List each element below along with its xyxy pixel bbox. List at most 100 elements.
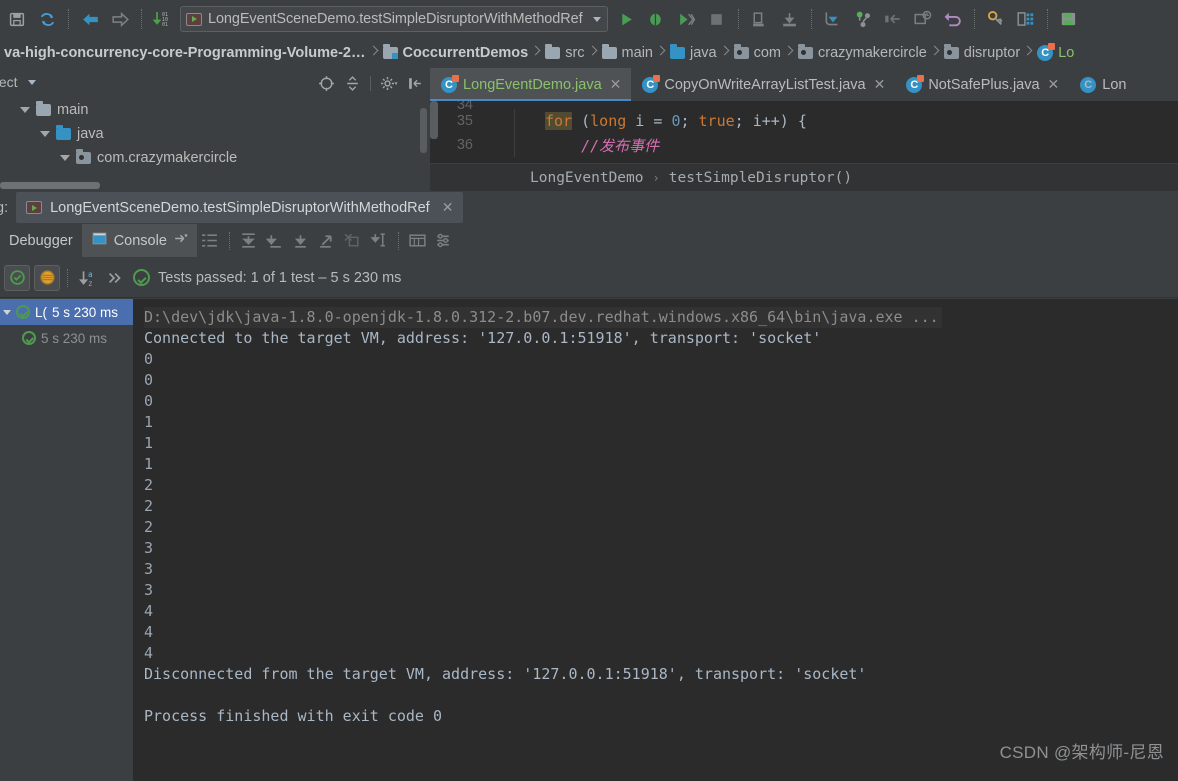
code-editor[interactable]: 34 35 for (long i = 0; true; i++) { 36 /… xyxy=(430,101,1178,191)
breadcrumb-separator-icon xyxy=(370,38,379,68)
sort-alphabetically-icon[interactable]: az xyxy=(75,265,101,291)
database-icon[interactable] xyxy=(1011,4,1041,34)
settings-gear-icon[interactable] xyxy=(378,73,400,93)
step-over-icon[interactable] xyxy=(262,228,288,254)
mute-breakpoints-icon[interactable] xyxy=(340,228,366,254)
code-token: i = xyxy=(626,112,672,130)
tab-console[interactable]: Console xyxy=(81,224,197,257)
step-out-icon[interactable] xyxy=(878,4,908,34)
save-disk-icon[interactable] xyxy=(1054,4,1084,34)
sync-refresh-icon[interactable] xyxy=(32,4,62,34)
back-arrow-icon[interactable] xyxy=(75,4,105,34)
package-icon xyxy=(943,44,959,59)
chevron-down-icon[interactable] xyxy=(27,79,36,85)
locate-target-icon[interactable] xyxy=(315,73,337,93)
breadcrumb-item-disruptor[interactable]: disruptor xyxy=(940,38,1024,68)
chevron-down-icon[interactable] xyxy=(592,16,601,22)
vertical-scrollbar[interactable] xyxy=(420,108,427,153)
breadcrumb-item-src[interactable]: src xyxy=(541,38,588,68)
step-out-icon[interactable] xyxy=(314,228,340,254)
undo-icon[interactable] xyxy=(938,4,968,34)
breadcrumb-item-module[interactable]: CoccurrentDemos xyxy=(379,38,533,68)
console-line: 4 xyxy=(144,623,154,641)
toolbar-separator xyxy=(68,9,69,29)
editor-vertical-scrollbar[interactable] xyxy=(430,101,438,139)
ide-window: 01 10 01 LongEventSceneDemo.testSimpleDisr… xyxy=(0,0,1178,781)
editor-tab-notsafeplus[interactable]: C NotSafePlus.java ✕ xyxy=(895,68,1069,101)
run-icon[interactable] xyxy=(612,4,642,34)
tab-label: Console xyxy=(113,232,167,249)
expand-arrow-icon[interactable] xyxy=(60,155,70,161)
tab-debugger[interactable]: Debugger xyxy=(0,224,82,257)
expand-chevrons-icon[interactable] xyxy=(101,265,127,291)
close-icon[interactable]: ✕ xyxy=(610,76,622,93)
expand-arrow-icon[interactable] xyxy=(20,107,30,113)
breadcrumb-item-crazymakercircle[interactable]: crazymakercircle xyxy=(794,38,931,68)
fold-column[interactable] xyxy=(485,109,515,133)
console-output[interactable]: D:\dev\jdk\java-1.8.0-openjdk-1.8.0.312-… xyxy=(133,299,1178,781)
test-tree-row[interactable]: L( 5 s 230 ms xyxy=(0,299,133,325)
settings-list-icon[interactable] xyxy=(431,228,457,254)
tree-item-main[interactable]: main xyxy=(0,98,430,122)
breadcrumb-method[interactable]: testSimpleDisruptor() xyxy=(669,170,852,186)
close-icon[interactable]: ✕ xyxy=(442,199,454,216)
tree-item-com-crazymakercircle[interactable]: com.crazymakercircle xyxy=(0,146,430,170)
horizontal-scrollbar[interactable] xyxy=(0,182,100,189)
tab-label: Debugger xyxy=(9,232,73,249)
fold-column[interactable] xyxy=(485,133,515,157)
breadcrumb-separator-icon xyxy=(931,38,940,68)
console-line: Process finished with exit code 0 xyxy=(144,707,443,725)
breadcrumb-item-java[interactable]: java xyxy=(666,38,721,68)
tree-item-java[interactable]: java xyxy=(0,122,430,146)
git-branch-icon[interactable] xyxy=(848,4,878,34)
breadcrumb-label: java xyxy=(689,45,717,61)
breadcrumb-item-com[interactable]: com xyxy=(730,38,785,68)
run-coverage-icon[interactable] xyxy=(672,4,702,34)
breadcrumb-item-main[interactable]: main xyxy=(598,38,657,68)
editor-tab-lon[interactable]: C Lon xyxy=(1069,68,1136,101)
compile-icon[interactable]: 01 10 01 xyxy=(148,4,178,34)
step-into-icon[interactable] xyxy=(775,4,805,34)
test-status-label: Tests passed: 1 of 1 test – 5 s 230 ms xyxy=(158,269,402,286)
settings-wrench-icon[interactable] xyxy=(981,4,1011,34)
show-ignored-toggle[interactable] xyxy=(34,264,60,291)
scroll-to-end-icon[interactable] xyxy=(236,228,262,254)
run-configuration-selector[interactable]: LongEventSceneDemo.testSimpleDisruptorWi… xyxy=(180,6,608,32)
print-icon[interactable] xyxy=(405,228,431,254)
expand-arrow-icon[interactable] xyxy=(40,131,50,137)
stop-icon[interactable] xyxy=(702,4,732,34)
breadcrumb-label: main xyxy=(621,45,653,61)
breadcrumb-label: com xyxy=(753,45,781,61)
step-over-icon[interactable] xyxy=(745,4,775,34)
save-all-icon[interactable] xyxy=(2,4,32,34)
breadcrumb-label: CoccurrentDemos xyxy=(402,45,529,61)
hide-panel-icon[interactable] xyxy=(404,73,426,93)
main-toolbar: 01 10 01 LongEventSceneDemo.testSimpleDisr… xyxy=(0,0,1178,38)
breadcrumb-item-class[interactable]: C Lo xyxy=(1033,38,1078,68)
expand-arrow-icon[interactable] xyxy=(3,309,11,315)
forward-arrow-icon[interactable] xyxy=(105,4,135,34)
breadcrumb-item-project[interactable]: va-high-concurrency-core-Programming-Vol… xyxy=(0,38,370,68)
resume-program-icon[interactable] xyxy=(818,4,848,34)
close-icon[interactable]: ✕ xyxy=(1048,76,1060,93)
show-passed-toggle[interactable] xyxy=(4,264,30,291)
step-into-icon[interactable] xyxy=(288,228,314,254)
debug-session-tab[interactable]: LongEventSceneDemo.testSimpleDisruptorWi… xyxy=(16,192,464,223)
collapse-all-icon[interactable] xyxy=(341,73,363,93)
project-tool-window: oject main xyxy=(0,68,430,191)
test-tree-row[interactable]: 5 s 230 ms xyxy=(0,325,133,351)
pin-tab-icon[interactable] xyxy=(173,231,188,250)
editor-tab-copyonwritearraylisttest[interactable]: C CopyOnWriteArrayListTest.java ✕ xyxy=(631,68,895,101)
evaluate-expression-icon[interactable] xyxy=(908,4,938,34)
debug-icon[interactable] xyxy=(642,4,672,34)
editor-tab-longeventdemo[interactable]: C LongEventDemo.java ✕ xyxy=(430,68,632,101)
soft-wrap-icon[interactable] xyxy=(197,228,223,254)
svg-text:z: z xyxy=(88,278,93,286)
breadcrumb-label: Lo xyxy=(1058,45,1075,61)
close-icon[interactable]: ✕ xyxy=(874,76,886,93)
breadcrumb-class[interactable]: LongEventDemo xyxy=(530,170,644,186)
run-to-cursor-icon[interactable] xyxy=(366,228,392,254)
project-panel-toolbar xyxy=(315,73,426,93)
breadcrumb-separator-icon xyxy=(532,38,541,68)
code-token: ; i++) { xyxy=(734,112,807,130)
